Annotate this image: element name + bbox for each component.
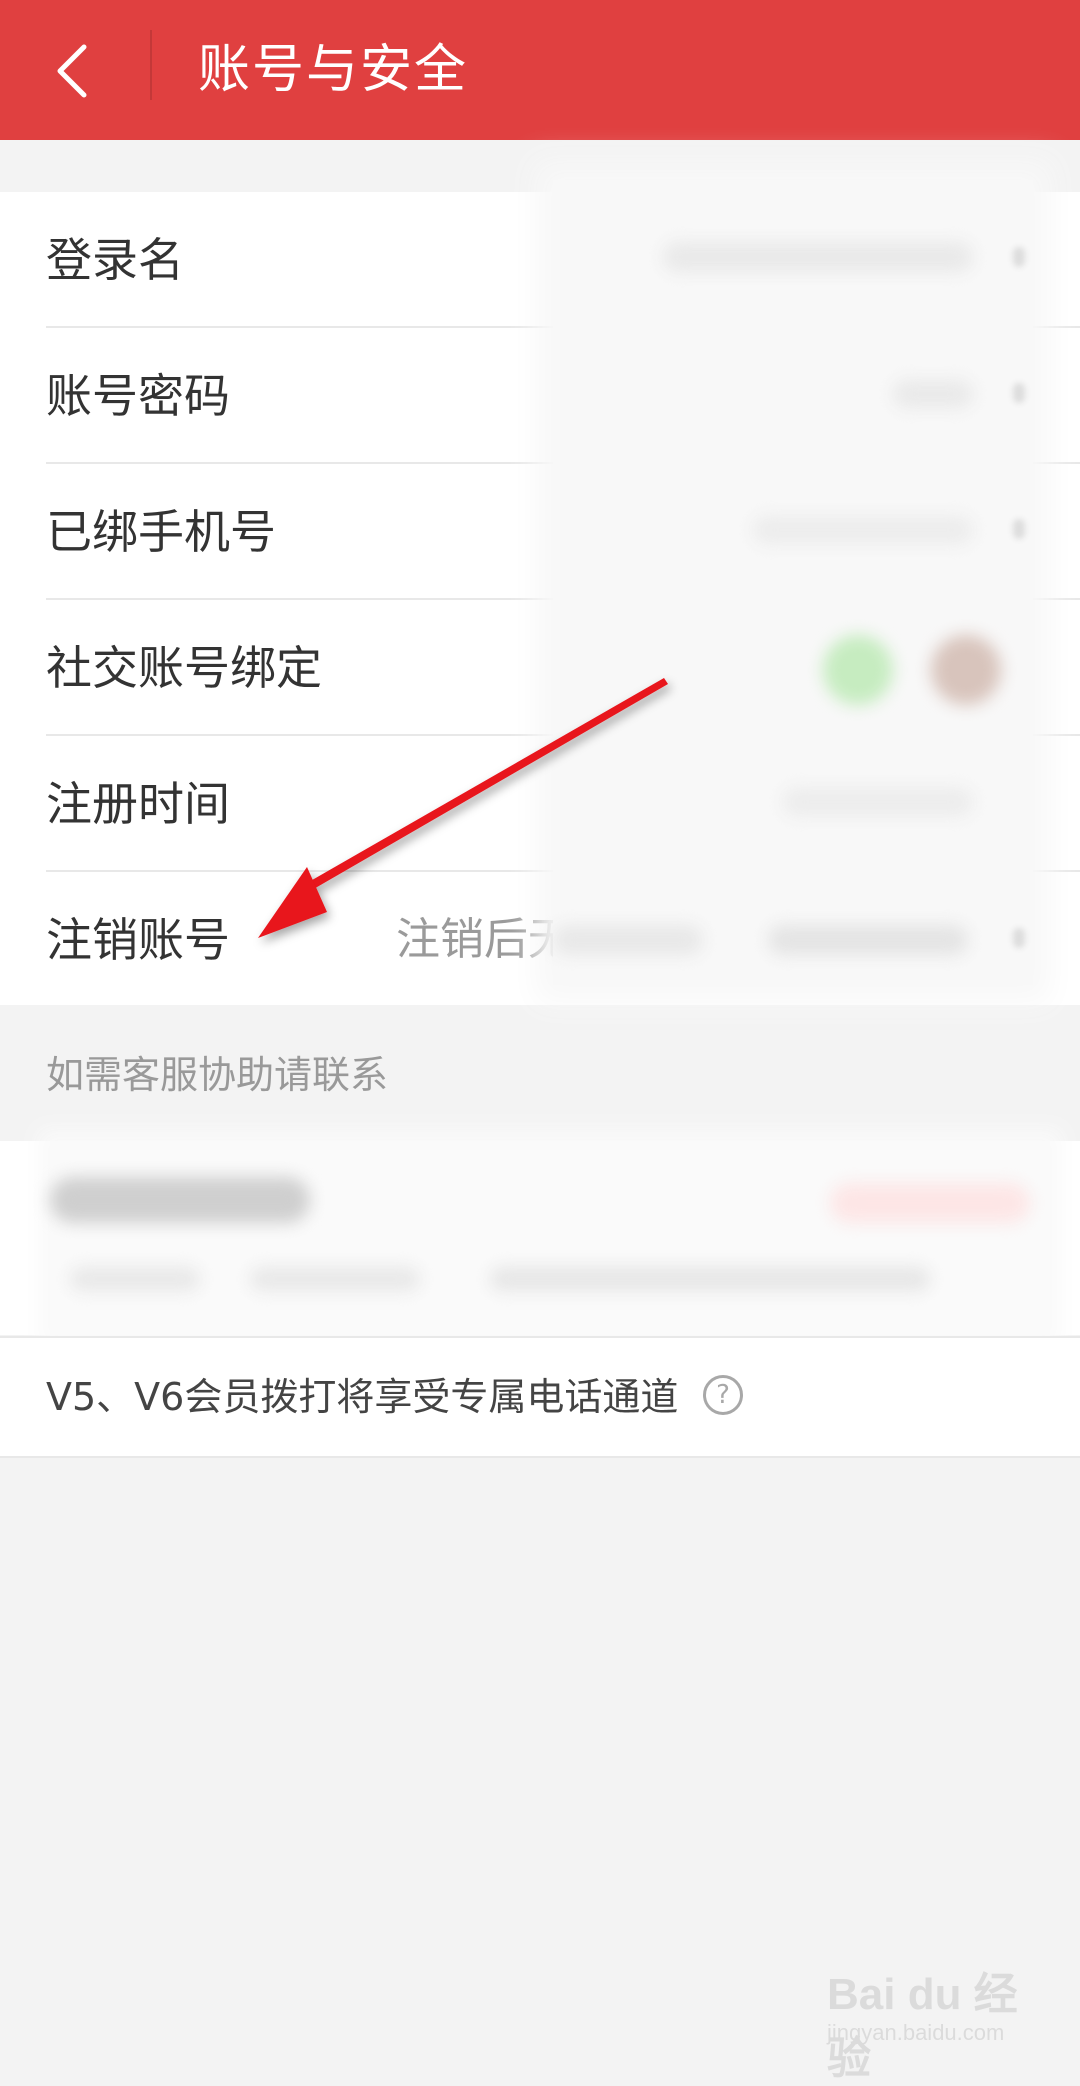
support-section-title: 如需客服协助请联系 (46, 1053, 389, 1097)
settings-item-label: 已绑手机号 (46, 505, 276, 559)
cancel-account-hint: 注销后无 (396, 914, 572, 965)
question-circle-icon[interactable]: ? (703, 1375, 743, 1415)
obscured-cancel-hint (553, 925, 703, 955)
obscured-contact-info (50, 1141, 1050, 1335)
back-button[interactable] (40, 25, 110, 115)
obscured-contact-name (50, 1177, 310, 1223)
chevron-right-icon (1013, 519, 1025, 539)
settings-item-label: 账号密码 (46, 369, 230, 423)
obscured-detail (250, 1267, 420, 1291)
obscured-register-time (783, 788, 973, 816)
header-divider (150, 30, 152, 100)
obscured-values-panel (553, 180, 1033, 985)
settings-item-label: 注册时间 (46, 777, 230, 831)
obscured-phone-number (753, 516, 973, 544)
watermark-url: jingyan.baidu.com (827, 2020, 1005, 2045)
top-bar: 账号与安全 (0, 0, 1080, 140)
chevron-right-icon (1013, 928, 1025, 948)
obscured-detail (490, 1267, 930, 1291)
chevron-right-icon (1013, 247, 1025, 267)
support-contact-card[interactable] (0, 1141, 1080, 1335)
settings-item-label: 登录名 (46, 233, 184, 287)
obscured-call-button (830, 1183, 1030, 1223)
vip-hotline-row: V5、V6会员拨打将享受专属电话通道 ? (0, 1336, 1080, 1458)
vip-hotline-note: V5、V6会员拨打将享受专属电话通道 (46, 1375, 679, 1419)
baidu-jingyan-watermark: Bai du 经验 jingyan.baidu.com (822, 1958, 1052, 2083)
obscured-detail (70, 1267, 200, 1291)
obscured-login-name (663, 242, 973, 272)
page-title: 账号与安全 (198, 40, 469, 100)
avatar (931, 635, 1001, 705)
settings-item-label: 注销账号 (46, 913, 230, 967)
obscured-password-status (893, 380, 973, 408)
obscured-cancel-link (768, 925, 968, 955)
chevron-left-icon (57, 44, 87, 98)
settings-item-label: 社交账号绑定 (46, 641, 322, 695)
wechat-icon (823, 635, 893, 705)
chevron-right-icon (1013, 383, 1025, 403)
